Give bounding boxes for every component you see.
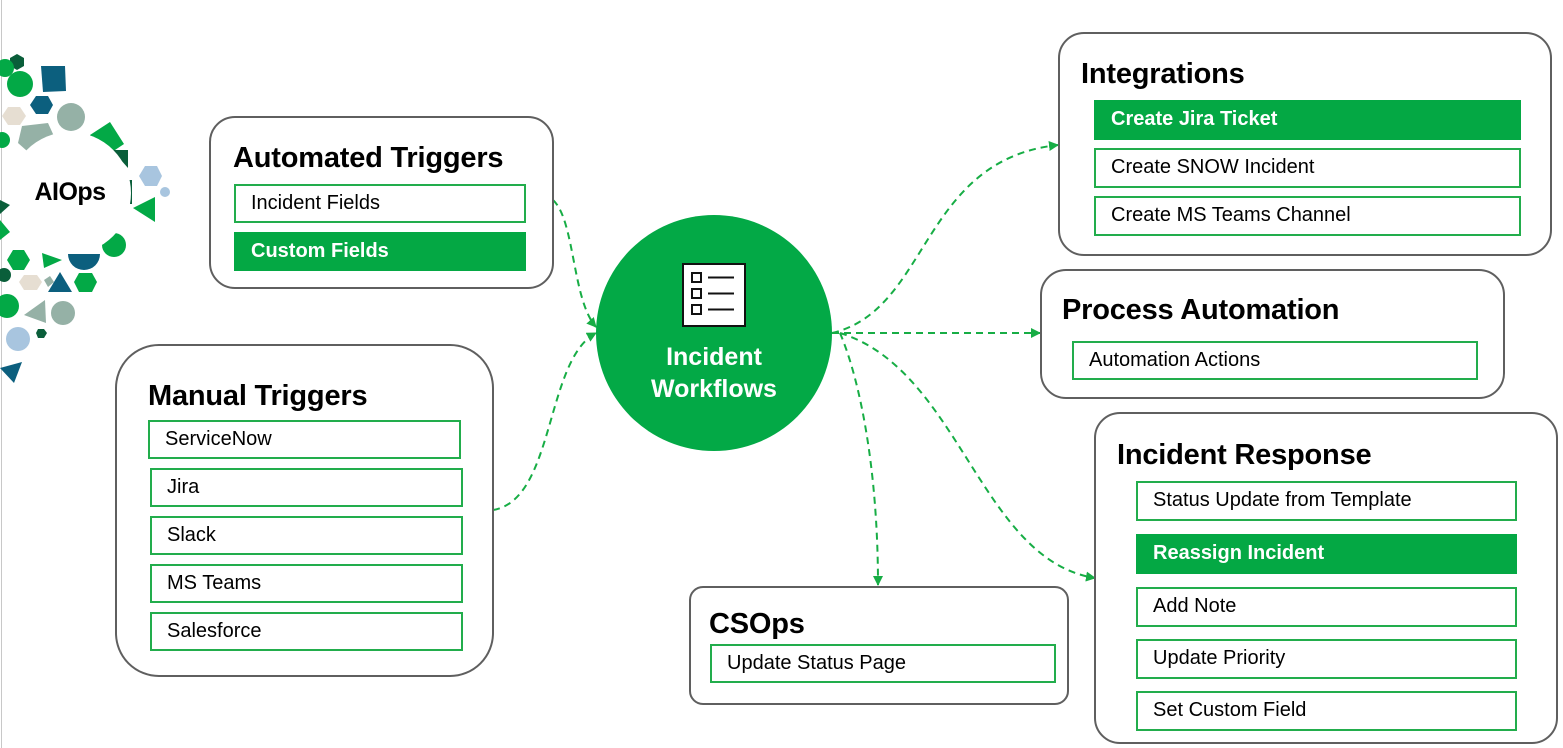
- group-title: Process Automation: [1062, 294, 1340, 326]
- group-manual-triggers: Manual Triggers ServiceNow Jira Slack MS…: [115, 344, 494, 677]
- group-title: CSOps: [709, 608, 805, 640]
- decor-square: [41, 66, 66, 92]
- group-process-automation: Process Automation Automation Actions: [1040, 269, 1505, 399]
- connector-manual-to-hub: [492, 332, 597, 511]
- connector-automated-to-hub: [552, 199, 597, 328]
- group-title: Manual Triggers: [148, 380, 368, 412]
- decor-triangle: [0, 200, 10, 214]
- item-reassign-incident[interactable]: Reassign Incident: [1136, 534, 1517, 574]
- decor-circle: [160, 187, 170, 197]
- group-integrations: Integrations Create Jira Ticket Create S…: [1058, 32, 1552, 256]
- decor-hexagon: [19, 275, 42, 290]
- decor-hexagon: [139, 166, 162, 186]
- decor-circle: [57, 103, 85, 131]
- item-slack[interactable]: Slack: [150, 516, 463, 555]
- item-salesforce[interactable]: Salesforce: [150, 612, 463, 651]
- connector-hub-to-csops: [839, 332, 883, 586]
- decor-circle: [6, 327, 30, 351]
- item-create-jira-ticket[interactable]: Create Jira Ticket: [1094, 100, 1521, 140]
- item-status-update-from-template[interactable]: Status Update from Template: [1136, 481, 1517, 521]
- group-title: Incident Response: [1117, 439, 1372, 471]
- decor-hexagon: [74, 273, 97, 292]
- item-automation-actions[interactable]: Automation Actions: [1072, 341, 1478, 380]
- item-servicenow[interactable]: ServiceNow: [148, 420, 461, 459]
- connector-hub-to-integrations: [831, 141, 1059, 334]
- decor-triangle: [133, 197, 155, 222]
- item-incident-fields[interactable]: Incident Fields: [234, 184, 526, 223]
- group-title: Integrations: [1081, 58, 1245, 90]
- decor-circle: [51, 301, 75, 325]
- item-update-status-page[interactable]: Update Status Page: [710, 644, 1056, 683]
- item-ms-teams[interactable]: MS Teams: [150, 564, 463, 603]
- item-set-custom-field[interactable]: Set Custom Field: [1136, 691, 1517, 731]
- decor-semicircle: [68, 254, 100, 270]
- group-title: Automated Triggers: [233, 142, 504, 174]
- decor-triangle: [24, 300, 46, 323]
- decor-circle: [0, 294, 19, 318]
- decor-triangle: [0, 362, 22, 383]
- group-automated-triggers: Automated Triggers Incident Fields Custo…: [209, 116, 554, 289]
- incident-workflows-hub[interactable]: Incident Workflows: [596, 215, 832, 451]
- decor-hexagon: [36, 329, 47, 338]
- item-jira[interactable]: Jira: [150, 468, 463, 507]
- item-create-snow-incident[interactable]: Create SNOW Incident: [1094, 148, 1521, 188]
- decor-hexagon: [7, 250, 30, 270]
- decor-circle: [0, 132, 10, 148]
- item-create-ms-teams-channel[interactable]: Create MS Teams Channel: [1094, 196, 1521, 236]
- decor-triangle: [0, 220, 10, 240]
- item-add-note[interactable]: Add Note: [1136, 587, 1517, 627]
- decor-circle: [7, 71, 33, 97]
- decor-hexagon: [2, 107, 26, 125]
- decor-triangle: [42, 253, 62, 268]
- group-csops: CSOps Update Status Page: [689, 586, 1069, 705]
- decor-hexagon: [30, 96, 53, 114]
- hub-label: Incident Workflows: [651, 343, 777, 403]
- aiops-label: AIOps: [34, 178, 106, 206]
- decor-circle: [0, 268, 11, 282]
- item-custom-fields[interactable]: Custom Fields: [234, 232, 526, 271]
- item-update-priority[interactable]: Update Priority: [1136, 639, 1517, 679]
- group-incident-response: Incident Response Status Update from Tem…: [1094, 412, 1558, 744]
- checklist-icon: [682, 263, 746, 327]
